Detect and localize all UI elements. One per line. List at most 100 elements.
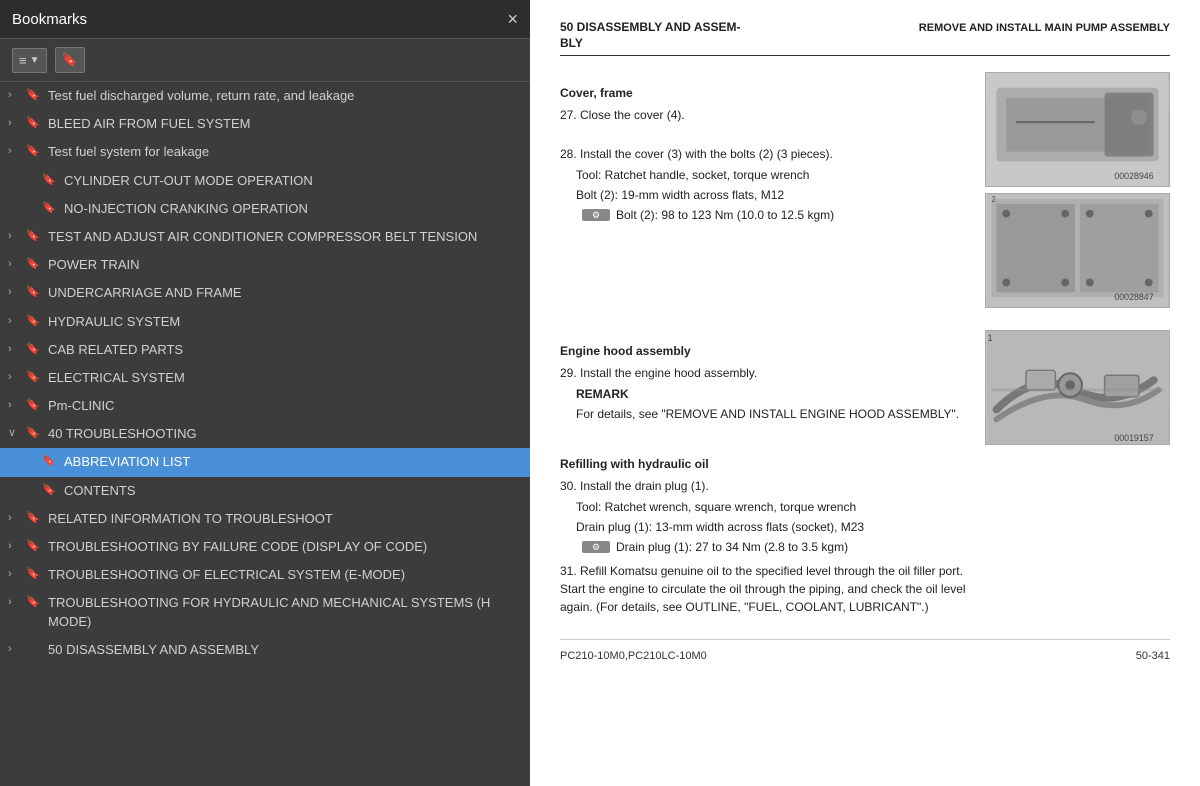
step30-torque-line: ⚙ Drain plug (1): 27 to 34 Nm (2.8 to 3.… xyxy=(560,538,969,556)
svg-text:00028946: 00028946 xyxy=(1114,171,1153,181)
svg-text:1: 1 xyxy=(988,333,993,343)
sidebar-item-label: NO-INJECTION CRANKING OPERATION xyxy=(64,200,522,218)
toggle-icon: › xyxy=(8,539,24,554)
bookmark-icon: 🔖 xyxy=(42,201,58,216)
sidebar-toolbar: ≡ ▼ 🔖 xyxy=(0,39,530,82)
sidebar-item-abbreviation-list[interactable]: 🔖 ABBREVIATION LIST xyxy=(0,448,530,476)
sidebar-item-contents[interactable]: 🔖CONTENTS xyxy=(0,477,530,505)
toggle-icon: › xyxy=(8,567,24,582)
bookmark-icon: 🔖 xyxy=(26,342,42,357)
bookmark-icon: 🔖 xyxy=(26,370,42,385)
bookmark-icon: 🔖 xyxy=(42,173,58,188)
bookmark-icon: 🔖 xyxy=(42,454,58,469)
bookmark-icon: 🔖 xyxy=(26,116,42,131)
sidebar-item-label: 40 TROUBLESHOOTING xyxy=(48,425,522,443)
step28-torque-line: ⚙ Bolt (2): 98 to 123 Nm (10.0 to 12.5 k… xyxy=(560,206,969,224)
sidebar-item-troubleshoot-electrical[interactable]: ›🔖 TROUBLESHOOTING OF ELECTRICAL SYSTEM (… xyxy=(0,561,530,589)
sidebar-item-label: TROUBLESHOOTING OF ELECTRICAL SYSTEM (E-… xyxy=(48,566,522,584)
toggle-icon: › xyxy=(8,257,24,272)
toggle-icon: › xyxy=(8,342,24,357)
model-number: PC210-10M0,PC210LC-10M0 xyxy=(560,648,707,665)
sidebar-header: Bookmarks × xyxy=(0,0,530,39)
toggle-icon: › xyxy=(8,398,24,413)
sidebar-item-air-conditioner[interactable]: ›🔖 TEST AND ADJUST AIR CONDITIONER COMPRE… xyxy=(0,223,530,251)
svg-text:00028847: 00028847 xyxy=(1114,292,1153,302)
sidebar-item-electrical-system[interactable]: ›🔖 ELECTRICAL SYSTEM xyxy=(0,364,530,392)
bookmark-icon: 🔖 xyxy=(26,229,42,244)
sidebar-item-pm-clinic[interactable]: ›🔖 Pm-CLINIC xyxy=(0,392,530,420)
sidebar-item-label: TROUBLESHOOTING FOR HYDRAULIC AND MECHAN… xyxy=(48,594,522,630)
step29-intro: 29. Install the engine hood assembly. xyxy=(560,364,969,382)
sidebar-item-label: 50 DISASSEMBLY AND ASSEMBLY xyxy=(48,641,522,659)
sidebar-tree: ›🔖Test fuel discharged volume, return ra… xyxy=(0,82,530,786)
sidebar-item-label: ELECTRICAL SYSTEM xyxy=(48,369,522,387)
step30-torque-text: Drain plug (1): 27 to 34 Nm (2.8 to 3.5 … xyxy=(616,538,848,556)
sidebar-item-no-injection[interactable]: 🔖 NO-INJECTION CRANKING OPERATION xyxy=(0,195,530,223)
step30-drain: Drain plug (1): 13-mm width across flats… xyxy=(560,518,969,536)
sidebar-item-related-info[interactable]: ›🔖RELATED INFORMATION TO TROUBLESHOOT xyxy=(0,505,530,533)
bookmark-icon: 🔖 xyxy=(26,426,42,441)
chapter-title: 50 DISASSEMBLY AND ASSEM- BLY xyxy=(560,20,741,51)
svg-text:2: 2 xyxy=(992,195,996,204)
sidebar-item-label: TEST AND ADJUST AIR CONDITIONER COMPRESS… xyxy=(48,228,522,246)
step30-images: 1 00019157 xyxy=(985,330,1170,619)
toggle-icon: › xyxy=(8,511,24,526)
sidebar-item-label: Pm-CLINIC xyxy=(48,397,522,415)
sidebar-item-label: CAB RELATED PARTS xyxy=(48,341,522,359)
toggle-icon: › xyxy=(8,229,24,244)
cover-image-1: 00028946 xyxy=(985,72,1170,187)
toggle-icon: › xyxy=(8,595,24,610)
bookmark-icon: 🔖 xyxy=(26,257,42,272)
engine-hood-title: Engine hood assembly xyxy=(560,342,969,360)
close-button[interactable]: × xyxy=(507,10,518,28)
toggle-icon: › xyxy=(8,370,24,385)
bookmark-icon: 🔖 xyxy=(26,511,42,526)
sidebar-item-label: CONTENTS xyxy=(64,482,522,500)
remark-label: REMARK xyxy=(560,385,969,403)
step27-images: 00028946 2 xyxy=(985,72,1170,314)
step30-tool: Tool: Ratchet wrench, square wrench, tor… xyxy=(560,498,969,516)
add-bookmark-button[interactable]: 🔖 xyxy=(55,47,85,73)
toggle-icon: › xyxy=(8,285,24,300)
list-icon: ≡ xyxy=(19,53,27,68)
step30-intro: 30. Install the drain plug (1). xyxy=(560,477,969,495)
step27-text: 27. Close the cover (4). xyxy=(560,106,969,124)
sidebar-item-troubleshoot-failure[interactable]: ›🔖TROUBLESHOOTING BY FAILURE CODE (DISPL… xyxy=(0,533,530,561)
sidebar-item-power-train[interactable]: ›🔖 POWER TRAIN xyxy=(0,251,530,279)
sidebar-item-bleed-air[interactable]: ›🔖BLEED AIR FROM FUEL SYSTEM xyxy=(0,110,530,138)
sidebar-item-cab-related[interactable]: ›🔖 CAB RELATED PARTS xyxy=(0,336,530,364)
sidebar-item-troubleshoot-hydraulic[interactable]: ›🔖 TROUBLESHOOTING FOR HYDRAULIC AND MECH… xyxy=(0,589,530,635)
sidebar-item-fuel-test[interactable]: ›🔖 Test fuel discharged volume, return ra… xyxy=(0,82,530,110)
sidebar-item-undercarriage[interactable]: ›🔖UNDERCARRIAGE AND FRAME xyxy=(0,279,530,307)
bookmark-icon: 🔖 xyxy=(26,539,42,554)
sidebar-item-label: BLEED AIR FROM FUEL SYSTEM xyxy=(48,115,522,133)
bookmark-icon: 🔖 xyxy=(26,88,42,103)
sidebar-item-fuel-leakage[interactable]: ›🔖Test fuel system for leakage xyxy=(0,138,530,166)
bookmark-icon: 🔖 xyxy=(26,595,42,610)
bookmark-icon: 🔖 xyxy=(26,398,42,413)
bookmark-icon: 🔖 xyxy=(62,52,78,68)
cover-frame-title: Cover, frame xyxy=(560,84,969,102)
step28-intro: 28. Install the cover (3) with the bolts… xyxy=(560,145,969,163)
step29-text-col: Engine hood assembly 29. Install the eng… xyxy=(560,330,969,619)
step31-text: 31. Refill Komatsu genuine oil to the sp… xyxy=(560,562,969,616)
sidebar-item-40-troubleshoot[interactable]: ∨🔖40 TROUBLESHOOTING xyxy=(0,420,530,448)
sidebar-item-50-disassembly[interactable]: › 50 DISASSEMBLY AND ASSEMBLY xyxy=(0,636,530,664)
torque-symbol-2: ⚙ xyxy=(582,541,610,553)
page-number: 50-341 xyxy=(1136,648,1170,665)
toggle-icon: › xyxy=(8,88,24,103)
bookmarks-view-button[interactable]: ≡ ▼ xyxy=(12,48,47,73)
step28-torque-text: Bolt (2): 98 to 123 Nm (10.0 to 12.5 kgm… xyxy=(616,206,834,224)
sidebar-item-label: ABBREVIATION LIST xyxy=(64,453,522,471)
sidebar-item-label: POWER TRAIN xyxy=(48,256,522,274)
step27-text-col: Cover, frame 27. Close the cover (4). 28… xyxy=(560,72,969,314)
refilling-title: Refilling with hydraulic oil xyxy=(560,455,969,473)
cover-image-2: 2 00028847 xyxy=(985,193,1170,308)
toggle-icon: › xyxy=(8,642,24,657)
svg-text:00019157: 00019157 xyxy=(1114,433,1153,443)
step28-tool: Tool: Ratchet handle, socket, torque wre… xyxy=(560,166,969,184)
sidebar-item-hydraulic-system[interactable]: ›🔖HYDRAULIC SYSTEM xyxy=(0,308,530,336)
sidebar-item-label: Test fuel discharged volume, return rate… xyxy=(48,87,522,105)
bookmark-icon: 🔖 xyxy=(26,567,42,582)
sidebar-item-cylinder-cutout[interactable]: 🔖CYLINDER CUT-OUT MODE OPERATION xyxy=(0,167,530,195)
